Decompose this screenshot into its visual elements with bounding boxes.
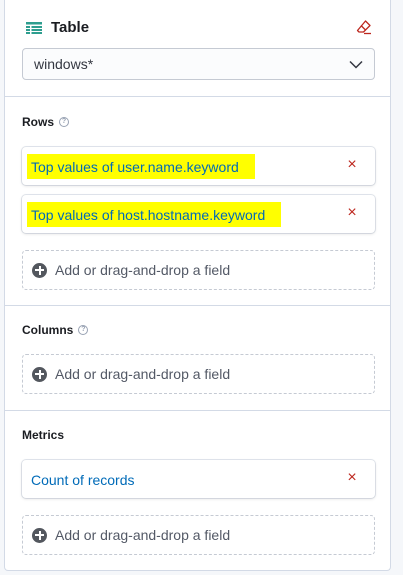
plus-circle-icon <box>32 527 47 543</box>
rows-field-user-name[interactable]: Top values of user.name.keyword × <box>22 147 375 185</box>
rows-section: Rows ? Top values of user.name.keyword ×… <box>5 96 390 305</box>
panel-header: Table windows* <box>5 0 390 96</box>
field-label: Count of records <box>31 471 135 488</box>
remove-icon[interactable]: × <box>345 205 359 221</box>
plus-circle-icon <box>32 262 47 278</box>
help-icon[interactable]: ? <box>59 117 70 127</box>
metrics-add-field[interactable]: Add or drag-and-drop a field <box>22 515 375 555</box>
table-icon <box>26 21 42 34</box>
rows-title-label: Rows <box>22 115 55 129</box>
metrics-title: Metrics <box>22 428 64 442</box>
index-pattern-value: windows* <box>34 56 94 72</box>
help-icon[interactable]: ? <box>78 325 89 335</box>
metrics-field-count[interactable]: Count of records × <box>22 460 375 498</box>
columns-section: Columns ? Add or drag-and-drop a field <box>5 305 390 410</box>
columns-title-label: Columns <box>22 323 74 337</box>
add-field-label: Add or drag-and-drop a field <box>55 262 231 278</box>
layer-panel: Table windows* Rows ? Top values of user… <box>4 0 391 571</box>
plus-circle-icon <box>32 366 47 382</box>
chart-type-label: Table <box>51 19 90 36</box>
columns-add-field[interactable]: Add or drag-and-drop a field <box>22 354 375 394</box>
field-label: Top values of host.hostname.keyword <box>27 201 282 227</box>
remove-icon[interactable]: × <box>345 470 359 486</box>
rows-field-host-hostname[interactable]: Top values of host.hostname.keyword × <box>22 195 375 233</box>
eraser-icon[interactable] <box>356 19 372 35</box>
columns-title: Columns ? <box>22 323 89 337</box>
chart-type-switcher[interactable]: Table <box>26 19 89 36</box>
metrics-title-label: Metrics <box>22 428 65 442</box>
add-field-label: Add or drag-and-drop a field <box>55 366 231 382</box>
chevron-down-icon <box>349 60 363 69</box>
add-field-label: Add or drag-and-drop a field <box>55 527 231 543</box>
rows-title: Rows ? <box>22 115 70 129</box>
remove-icon[interactable]: × <box>345 157 359 173</box>
field-label: Top values of user.name.keyword <box>27 153 255 179</box>
index-pattern-select[interactable]: windows* <box>22 48 375 80</box>
rows-add-field[interactable]: Add or drag-and-drop a field <box>22 250 375 290</box>
metrics-section: Metrics Count of records × Add or drag-a… <box>5 410 390 571</box>
